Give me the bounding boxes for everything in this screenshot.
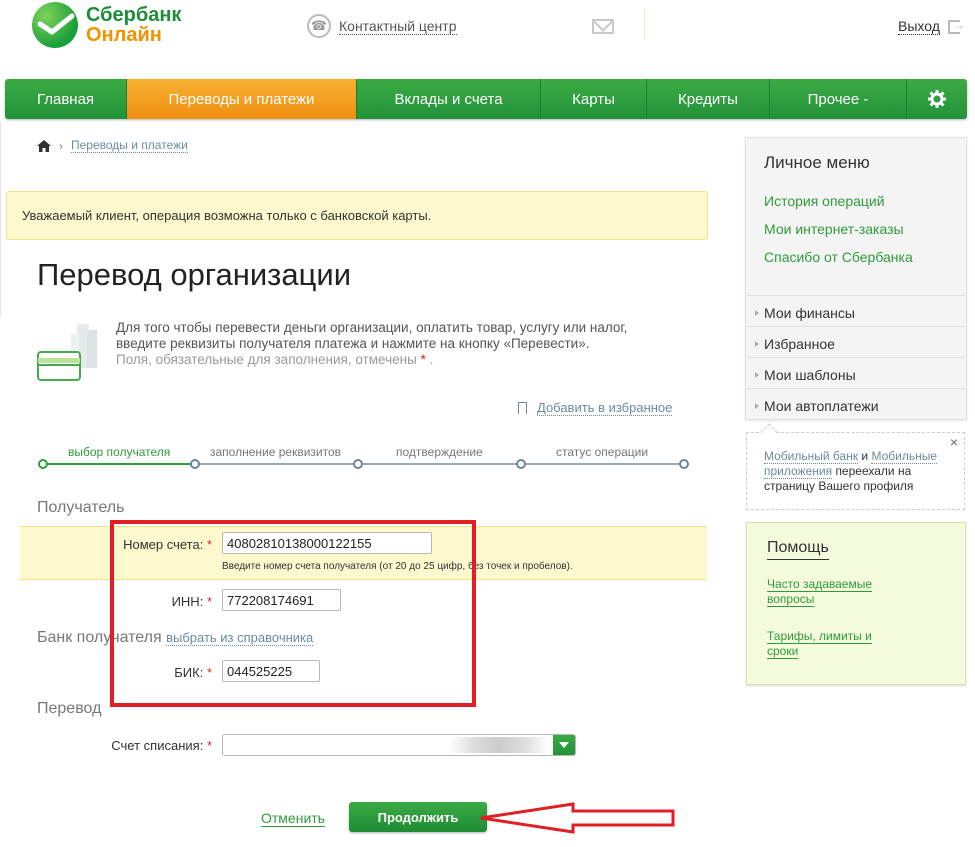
add-to-favorites[interactable]: Добавить в избранное (518, 400, 673, 416)
card-only-notice: Уважаемый клиент, операция возможна толь… (6, 191, 708, 240)
close-icon[interactable]: × (950, 435, 958, 450)
highlight-annotation-box (110, 520, 476, 707)
step-dot-3 (353, 459, 363, 469)
add-to-favorites-label[interactable]: Добавить в избранное (537, 400, 673, 416)
help-link-tariffs[interactable]: Тарифы, лимиты и сроки (767, 629, 897, 659)
nav-item-cards[interactable]: Карты (541, 79, 647, 119)
sidebar-link-history[interactable]: История операций (764, 193, 885, 209)
step-label-status: статус операции (556, 445, 649, 459)
mail-icon[interactable] (592, 19, 614, 34)
nav-item-deposits[interactable]: Вклады и счета (357, 79, 541, 119)
personal-menu: Личное меню История операций Мои интерне… (745, 137, 967, 420)
step-label-confirm: подтверждение (396, 445, 483, 459)
required-hint: Поля, обязательные для заполнения, отмеч… (116, 352, 676, 368)
steps-line-done (42, 463, 195, 465)
step-label-choose-recipient: выбор получателя (68, 445, 171, 459)
section-transfer: Перевод (37, 700, 102, 717)
step-label-fill-details: заполнение реквизитов (210, 445, 342, 459)
sberbank-logo-icon (32, 2, 78, 48)
step-dot-4 (516, 459, 526, 469)
sidebar-item-my-finances[interactable]: Мои финансы (746, 295, 966, 326)
notice-pointer (760, 423, 778, 441)
intro-text-block: Для того чтобы перевести деньги организа… (116, 320, 676, 368)
logout-label[interactable]: Выход (898, 18, 940, 35)
brand-name: Сбербанк Онлайн (86, 5, 181, 45)
moved-notice-and: и (861, 449, 869, 463)
brand-line-1: Сбербанк (86, 4, 182, 26)
phone-icon: ☎ (307, 14, 331, 38)
bookmark-icon (518, 402, 527, 414)
help-link-tariffs-label[interactable]: Тарифы, лимиты и сроки (767, 629, 872, 659)
debit-account-label-text: Счет списания: (111, 738, 204, 753)
sidebar-link-spasibo[interactable]: Спасибо от Сбербанка (764, 249, 913, 265)
header-divider (644, 8, 645, 40)
required-asterisk: * (420, 352, 426, 367)
page-title: Перевод организации (37, 257, 352, 292)
sidebar-item-favorites[interactable]: Избранное (746, 326, 966, 357)
main-nav: Главная Переводы и платежи Вклады и счет… (5, 79, 967, 119)
section-recipient: Получатель (37, 499, 125, 516)
personal-menu-title: Личное меню (764, 153, 870, 172)
brand-line-2: Онлайн (86, 24, 162, 46)
help-panel: Помощь Часто задаваемые вопросы Тарифы, … (746, 522, 966, 685)
help-title: Помощь (767, 539, 829, 560)
nav-item-transfers[interactable]: Переводы и платежи (127, 79, 357, 119)
organization-card-icon (37, 324, 97, 381)
gear-icon (928, 90, 946, 108)
required-asterisk: * (206, 738, 212, 753)
debit-account-label: Счет списания: * (90, 738, 212, 753)
sberbank-logo[interactable]: Сбербанк Онлайн (32, 2, 181, 48)
breadcrumb-transfers-link[interactable]: Переводы и платежи (71, 138, 188, 153)
chevron-down-icon[interactable] (553, 735, 575, 755)
chevron-right-icon: › (59, 138, 63, 153)
home-icon[interactable] (37, 139, 51, 152)
nav-item-other[interactable]: Прочее - (770, 79, 907, 119)
sidebar-item-autopayments[interactable]: Мои автоплатежи (746, 388, 966, 419)
progress-steps: выбор получателя заполнение реквизитов п… (38, 445, 690, 475)
arrow-annotation-icon (480, 802, 675, 834)
breadcrumb: › Переводы и платежи (37, 138, 188, 153)
debit-account-value-blurred (449, 737, 549, 753)
nav-item-credits[interactable]: Кредиты (647, 79, 770, 119)
required-hint-end: . (429, 352, 434, 367)
mobile-bank-link[interactable]: Мобильный банк (764, 449, 859, 464)
left-border (0, 122, 1, 317)
intro-text: Для того чтобы перевести деньги организа… (116, 320, 628, 351)
sidebar-link-online-orders[interactable]: Мои интернет-заказы (764, 221, 904, 237)
step-dot-5 (679, 459, 689, 469)
help-link-faq[interactable]: Часто задаваемые вопросы (767, 577, 897, 607)
contact-center[interactable]: ☎ Контактный центр (307, 14, 457, 38)
required-hint-text: Поля, обязательные для заполнения, отмеч… (116, 352, 417, 367)
nav-item-main[interactable]: Главная (5, 79, 127, 119)
contact-center-link[interactable]: Контактный центр (339, 18, 457, 35)
logout-button[interactable]: Выход (898, 18, 965, 35)
help-link-faq-label[interactable]: Часто задаваемые вопросы (767, 577, 873, 607)
cancel-link[interactable]: Отменить (261, 810, 325, 827)
continue-button[interactable]: Продолжить (349, 802, 487, 832)
debit-account-select[interactable] (222, 734, 576, 756)
mobile-moved-notice: × Мобильный банк и Мобильные приложения … (746, 423, 965, 510)
step-dot-2 (190, 459, 200, 469)
step-dot-1 (38, 459, 48, 469)
logout-icon (947, 18, 965, 34)
sidebar-item-templates[interactable]: Мои шаблоны (746, 357, 966, 388)
settings-button[interactable] (907, 79, 967, 119)
